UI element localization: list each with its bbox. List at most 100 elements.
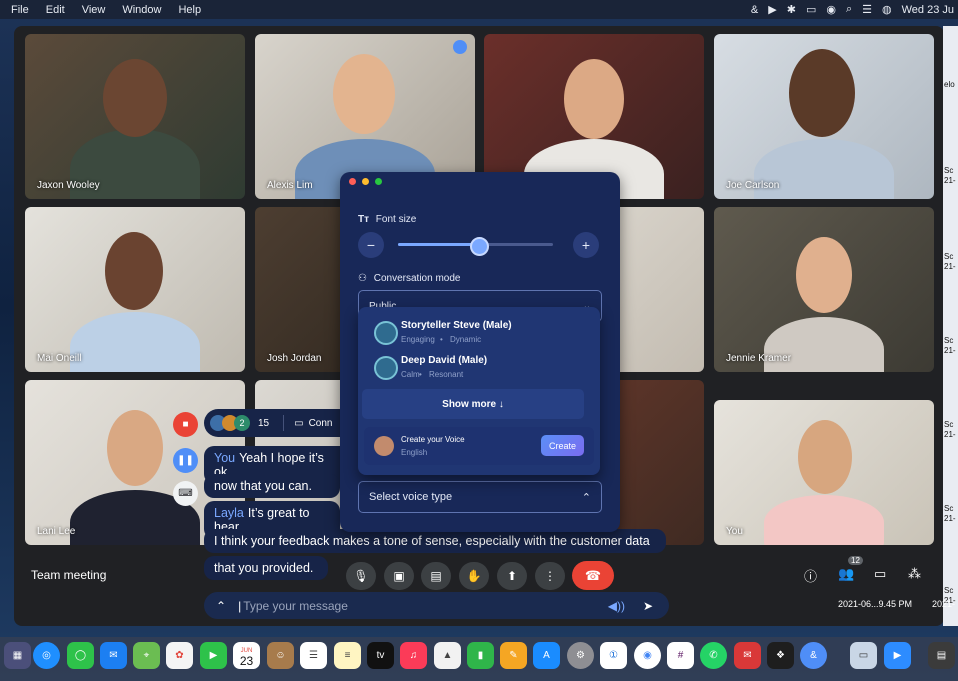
- show-more-button[interactable]: Show more ↓: [362, 389, 584, 419]
- facetime-icon[interactable]: ▶: [200, 642, 227, 669]
- avatar-count: 2: [234, 415, 250, 431]
- phone-hangup-icon: ☎: [584, 567, 602, 583]
- safari-icon[interactable]: ◎: [33, 642, 60, 669]
- voice-name: Deep David (Male): [401, 355, 488, 366]
- self-view-tile[interactable]: You: [714, 400, 934, 545]
- send-icon[interactable]: ➤: [643, 599, 653, 613]
- messages-icon[interactable]: ◯: [67, 642, 94, 669]
- maps-icon[interactable]: ⌖: [133, 642, 160, 669]
- apple-tv-icon[interactable]: tv: [367, 642, 394, 669]
- connect-label[interactable]: Conn: [309, 418, 333, 429]
- caption-participants-pill[interactable]: 2 15 ▭ Conn: [204, 409, 354, 437]
- chat-icon[interactable]: ▭: [874, 566, 886, 582]
- slider-thumb[interactable]: [469, 237, 489, 256]
- menu-view[interactable]: View: [82, 4, 106, 16]
- font-size-slider[interactable]: [398, 237, 553, 256]
- voice-avatar-icon: [374, 321, 398, 345]
- slider-fill: [398, 243, 479, 246]
- menu-edit[interactable]: Edit: [46, 4, 65, 16]
- bluetooth-icon[interactable]: ✱: [787, 3, 796, 16]
- close-window-button[interactable]: [349, 178, 356, 185]
- timestamp: 2021-06...9.45 PM: [838, 599, 913, 609]
- minimize-window-button[interactable]: [362, 178, 369, 185]
- battery-icon[interactable]: ▭: [806, 3, 816, 16]
- password-manager-icon[interactable]: ①: [600, 642, 627, 669]
- mail-icon[interactable]: ✉: [100, 642, 127, 669]
- ampersand-icon[interactable]: &: [751, 4, 758, 16]
- strip-label: 21-: [944, 262, 956, 271]
- stop-recording-button[interactable]: ■: [173, 412, 198, 437]
- create-button[interactable]: Create: [541, 435, 584, 456]
- more-options-button[interactable]: ⋮: [535, 562, 565, 590]
- participant-tile[interactable]: Mai Oneill: [25, 207, 245, 372]
- menu-help[interactable]: Help: [178, 4, 201, 16]
- numbers-icon[interactable]: ▮: [467, 642, 494, 669]
- reminders-icon[interactable]: ☰: [300, 642, 327, 669]
- notes-icon[interactable]: ≡: [334, 642, 361, 669]
- photos-icon[interactable]: ✿: [166, 642, 193, 669]
- wifi-icon[interactable]: ◉: [826, 3, 836, 16]
- menu-file[interactable]: File: [11, 4, 29, 16]
- chevron-up-icon[interactable]: ⌃: [216, 599, 226, 613]
- present-button[interactable]: ⬆: [497, 562, 527, 590]
- present-icon: ⬆: [506, 569, 518, 583]
- participant-face: [796, 237, 852, 313]
- raise-hand-button[interactable]: ✋: [459, 562, 489, 590]
- figma-icon[interactable]: ❖: [767, 642, 794, 669]
- create-voice-title: Create your Voice: [401, 435, 465, 444]
- message-input[interactable]: Type your message: [243, 599, 348, 613]
- participant-name: Joe Carlson: [726, 180, 780, 191]
- participant-figure: [764, 495, 884, 545]
- whatsapp-icon[interactable]: ✆: [700, 642, 727, 669]
- control-center-icon[interactable]: ☰: [862, 3, 872, 16]
- end-call-button[interactable]: ☎: [572, 561, 614, 590]
- chat-message: now that you can.: [204, 474, 340, 498]
- zoom-window-button[interactable]: [375, 178, 382, 185]
- hand-icon: ✋: [466, 569, 482, 583]
- people-icon[interactable]: 👥: [838, 566, 854, 582]
- info-icon[interactable]: ⓘ: [804, 566, 817, 585]
- contacts-icon[interactable]: ☺: [267, 642, 294, 669]
- participant-tile[interactable]: Joe Carlson: [714, 34, 934, 199]
- activities-icon[interactable]: ⁂: [908, 566, 921, 582]
- decrease-font-button[interactable]: −: [358, 232, 384, 258]
- stop-icon: ■: [182, 419, 189, 430]
- siri-icon[interactable]: ◍: [882, 3, 892, 16]
- search-icon[interactable]: ⌕: [846, 3, 852, 16]
- voice-type-placeholder: Select voice type: [369, 491, 453, 503]
- play-icon[interactable]: ▶: [768, 3, 776, 16]
- voice-type-dropdown[interactable]: Select voice type ⌃: [358, 481, 602, 513]
- announce-icon[interactable]: ◀)): [608, 599, 625, 613]
- music-icon[interactable]: ♫: [400, 642, 427, 669]
- camera-button[interactable]: ▣: [384, 562, 414, 590]
- menu-clock[interactable]: Wed 23 Ju: [902, 4, 954, 16]
- text-size-icon: Tт: [358, 214, 370, 225]
- avatar: [374, 436, 394, 456]
- participant-tile[interactable]: Jaxon Wooley: [25, 34, 245, 199]
- captions-button[interactable]: ▤: [421, 562, 451, 590]
- downloads-icon[interactable]: ▤: [928, 642, 955, 669]
- cursor: |: [238, 598, 242, 613]
- chrome-icon[interactable]: ◉: [634, 642, 661, 669]
- keyboard-button[interactable]: ⌨: [173, 481, 198, 506]
- voice-option[interactable]: Storyteller Steve (Male) Engaging • Dyna…: [358, 313, 600, 347]
- zoom-icon[interactable]: ▶: [884, 642, 911, 669]
- app-store-icon[interactable]: A: [533, 642, 560, 669]
- mic-button[interactable]: 🎙: [346, 562, 376, 590]
- pages-icon[interactable]: ✎: [500, 642, 527, 669]
- ampersand-app-icon[interactable]: &: [800, 642, 827, 669]
- pause-button[interactable]: ❚❚: [173, 448, 198, 473]
- voice-tag: Engaging: [401, 335, 435, 344]
- airmail-icon[interactable]: ✉: [734, 642, 761, 669]
- voice-option[interactable]: Deep David (Male) Calm • Resonant: [358, 348, 600, 382]
- increase-font-button[interactable]: +: [573, 232, 599, 258]
- slack-icon[interactable]: #: [667, 642, 694, 669]
- plus-icon: +: [581, 237, 591, 253]
- keynote-icon[interactable]: ▲: [434, 642, 461, 669]
- menu-window[interactable]: Window: [122, 4, 161, 16]
- calendar-icon[interactable]: JUN 23: [233, 642, 260, 669]
- preview-icon[interactable]: ▭: [850, 642, 877, 669]
- launchpad-icon[interactable]: ▦: [4, 642, 31, 669]
- participant-tile[interactable]: Jennie Kramer: [714, 207, 934, 372]
- system-preferences-icon[interactable]: ⚙: [567, 642, 594, 669]
